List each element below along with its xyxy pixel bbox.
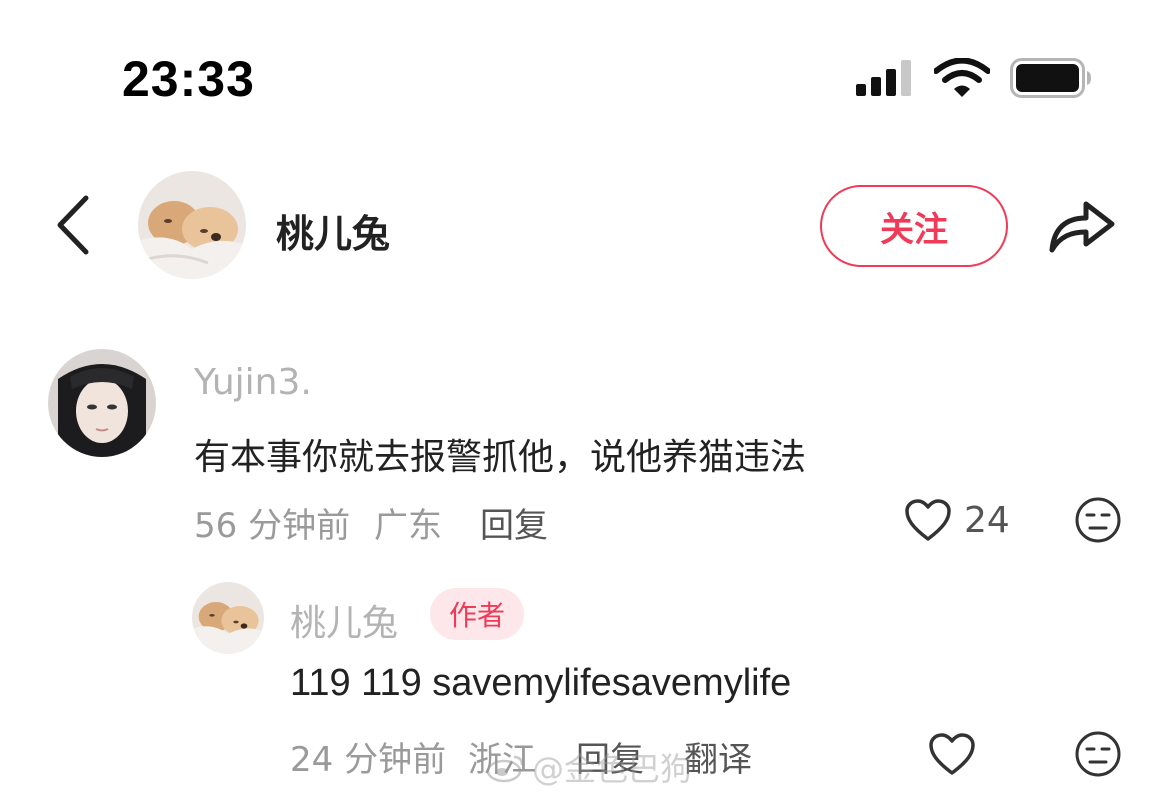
commenter-avatar[interactable] <box>48 349 156 457</box>
puppies-avatar-image <box>138 171 246 279</box>
reply-avatar[interactable] <box>192 582 264 654</box>
signal-icon <box>856 60 911 96</box>
heart-icon[interactable] <box>928 732 976 776</box>
author-badge: 作者 <box>430 588 524 640</box>
puppies-avatar-image <box>192 582 264 654</box>
header-avatar[interactable] <box>138 171 246 279</box>
back-icon[interactable] <box>52 192 96 258</box>
wifi-icon <box>934 58 990 97</box>
like-count: 24 <box>964 500 1010 541</box>
status-time: 23:33 <box>122 51 255 107</box>
commenter-avatar-image <box>48 349 156 457</box>
reply-time: 24 分钟前 <box>290 740 447 780</box>
follow-button[interactable]: 关注 <box>820 185 1008 267</box>
comment-time: 56 分钟前 <box>194 506 351 546</box>
weibo-logo-icon <box>486 755 524 783</box>
watermark-text: @金色巴狗 <box>532 750 693 788</box>
emoji-icon[interactable] <box>1074 496 1122 544</box>
watermark: @金色巴狗 <box>486 744 692 790</box>
reply-translate-button[interactable]: 翻译 <box>684 732 752 781</box>
battery-icon <box>1010 58 1091 98</box>
reply-text: 119 119 savemylifesavemylife <box>290 662 792 704</box>
emoji-icon[interactable] <box>1074 730 1122 778</box>
heart-icon[interactable] <box>904 498 952 542</box>
comment-location: 广东 <box>374 506 442 546</box>
comment-username[interactable]: Yujin3. <box>194 362 312 403</box>
reply-username[interactable]: 桃儿兔 <box>290 594 398 646</box>
comment-text: 有本事你就去报警抓他，说他养猫违法 <box>194 437 807 478</box>
header-username[interactable]: 桃儿兔 <box>276 203 390 258</box>
comment-reply-button[interactable]: 回复 <box>480 498 548 547</box>
share-icon[interactable] <box>1046 190 1118 258</box>
